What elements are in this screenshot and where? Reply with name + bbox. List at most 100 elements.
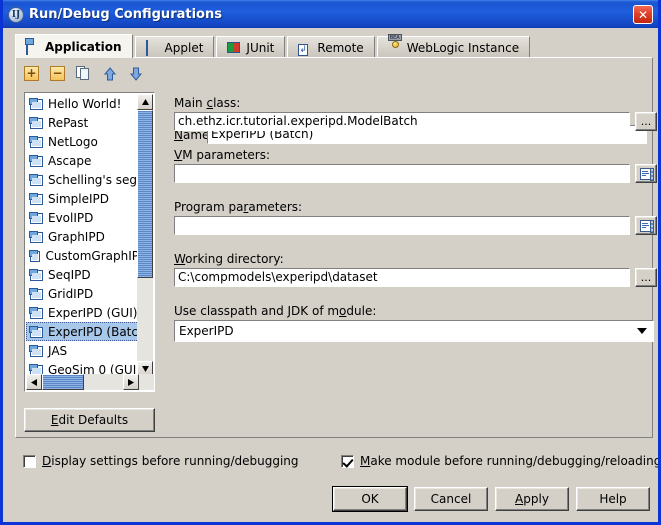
list-item-label: SimpleIPD	[48, 191, 109, 206]
title-bar: IJ Run/Debug Configurations ✕	[3, 0, 658, 28]
configuration-icon	[29, 230, 43, 243]
list-item-label: RePast	[48, 115, 89, 130]
tab-remote[interactable]: ↲ Remote	[287, 36, 375, 58]
list-item[interactable]: Hello World!	[26, 94, 139, 113]
list-item-label: SeqIPD	[48, 267, 91, 282]
configuration-icon	[29, 116, 43, 129]
list-item[interactable]: Ascape	[26, 151, 139, 170]
list-item[interactable]: Schelling's seg	[26, 170, 139, 189]
run-debug-configurations-dialog: IJ Run/Debug Configurations ✕ Applicatio…	[0, 0, 661, 525]
list-item-label: Ascape	[48, 153, 92, 168]
scroll-up-button[interactable]	[137, 94, 153, 110]
list-item-label: CustomGraphIP	[45, 248, 139, 263]
configurations-toolbar: + −	[24, 66, 143, 81]
display-settings-checkbox[interactable]: Display settings before running/debuggin…	[23, 454, 299, 468]
list-item[interactable]: RePast	[26, 113, 139, 132]
junit-icon	[227, 41, 241, 54]
list-item[interactable]: JAS	[26, 341, 139, 360]
applet-window-icon	[145, 40, 160, 56]
tab-junit[interactable]: JUnit	[216, 36, 286, 58]
edit-defaults-label: Edit Defaults	[50, 413, 129, 427]
configuration-icon	[29, 268, 43, 281]
configuration-icon	[29, 325, 43, 338]
list-vertical-scrollbar[interactable]	[137, 94, 153, 377]
configuration-icon	[29, 135, 43, 148]
ok-button[interactable]: OK	[332, 486, 408, 512]
apply-button[interactable]: Apply	[495, 487, 569, 511]
remove-configuration-button[interactable]: −	[50, 66, 65, 81]
edit-defaults-button[interactable]: Edit Defaults	[24, 408, 155, 432]
make-module-checkbox-box[interactable]	[341, 454, 354, 468]
program-parameters-label: Program parameters:	[174, 200, 303, 214]
list-item-label: ExperIPD (GUI)	[48, 305, 138, 320]
configuration-icon	[29, 287, 43, 300]
display-settings-label: Display settings before running/debuggin…	[42, 454, 299, 468]
list-item-label: GraphIPD	[48, 229, 105, 244]
list-item-label: GridIPD	[48, 286, 94, 301]
add-configuration-button[interactable]: +	[24, 66, 39, 81]
help-button[interactable]: Help	[576, 487, 650, 511]
chevron-down-icon[interactable]	[631, 321, 653, 341]
module-label: Use classpath and JDK of module:	[174, 304, 377, 318]
make-module-label: Make module before running/debugging/rel…	[360, 454, 661, 468]
working-directory-input[interactable]: C:\compmodels\experipd\dataset	[174, 268, 630, 287]
list-item-label: ExperIPD (Batc	[47, 324, 138, 339]
module-select[interactable]: ExperIPD	[174, 320, 654, 342]
vm-parameters-label: VM parameters:	[174, 148, 271, 162]
vm-parameters-expand-button[interactable]	[635, 164, 657, 183]
list-vertical-scroll-thumb[interactable]	[137, 110, 153, 278]
tab-application-label: Application	[45, 39, 122, 54]
list-horizontal-scroll-thumb[interactable]	[42, 374, 84, 390]
list-item[interactable]: ExperIPD (GUI)	[26, 303, 139, 322]
configuration-icon	[29, 154, 43, 167]
list-item-label: Schelling's seg	[48, 172, 138, 187]
close-icon[interactable]: ✕	[633, 5, 653, 24]
configuration-icon	[28, 249, 41, 262]
apply-label: Apply	[515, 492, 549, 506]
configuration-icon	[29, 97, 43, 110]
scroll-left-button[interactable]	[26, 374, 42, 390]
list-item[interactable]: NetLogo	[26, 132, 139, 151]
configuration-icon	[29, 306, 43, 319]
list-horizontal-scrollbar[interactable]	[26, 374, 154, 390]
scroll-right-button[interactable]	[123, 374, 139, 390]
list-item[interactable]: SimpleIPD	[26, 189, 139, 208]
program-parameters-input[interactable]	[174, 216, 630, 235]
module-select-value: ExperIPD	[179, 324, 234, 338]
tab-applet[interactable]: Applet	[134, 36, 215, 58]
display-settings-checkbox-box[interactable]	[23, 454, 36, 468]
tab-applet-label: Applet	[164, 40, 204, 55]
copy-configuration-button[interactable]	[76, 66, 91, 81]
list-item[interactable]: EvolIPD	[26, 208, 139, 227]
list-item[interactable]: CustomGraphIP	[26, 246, 139, 265]
application-window-icon	[26, 39, 40, 55]
list-item-label: Hello World!	[48, 96, 122, 111]
cancel-button[interactable]: Cancel	[414, 487, 488, 511]
make-module-checkbox[interactable]: Make module before running/debugging/rel…	[341, 454, 661, 468]
tab-weblogic-instance[interactable]: BEA WebLogic Instance	[376, 34, 531, 58]
working-directory-browse-button[interactable]: ...	[635, 268, 657, 287]
list-item[interactable]: GridIPD	[26, 284, 139, 303]
configuration-icon	[29, 192, 43, 205]
list-item[interactable]: SeqIPD	[26, 265, 139, 284]
configurations-list-items: Hello World! RePast NetLogo Ascape Schel…	[26, 94, 139, 377]
list-vertical-scroll-track[interactable]	[137, 278, 153, 361]
working-directory-label: Working directory:	[174, 252, 284, 266]
main-class-browse-button[interactable]: ...	[635, 112, 657, 131]
tab-bar: Application Applet JUnit ↲ Remote BEA We…	[15, 34, 653, 58]
main-class-input[interactable]: ch.ethz.icr.tutorial.experipd.ModelBatch	[174, 112, 630, 131]
weblogic-icon: BEA	[387, 34, 402, 54]
tab-application[interactable]: Application	[15, 34, 133, 58]
main-class-label: Main class:	[174, 96, 241, 110]
window-title: Run/Debug Configurations	[29, 7, 222, 22]
list-item-label: JAS	[48, 343, 68, 358]
list-item-label: EvolIPD	[48, 210, 94, 225]
move-up-button[interactable]	[102, 66, 117, 81]
configuration-icon	[29, 173, 43, 186]
list-item[interactable]: GraphIPD	[26, 227, 139, 246]
list-item-selected[interactable]: ExperIPD (Batc	[26, 322, 139, 341]
move-down-button[interactable]	[128, 66, 143, 81]
configurations-list: Hello World! RePast NetLogo Ascape Schel…	[24, 92, 155, 392]
vm-parameters-input[interactable]	[174, 164, 630, 183]
program-parameters-expand-button[interactable]	[635, 216, 657, 235]
